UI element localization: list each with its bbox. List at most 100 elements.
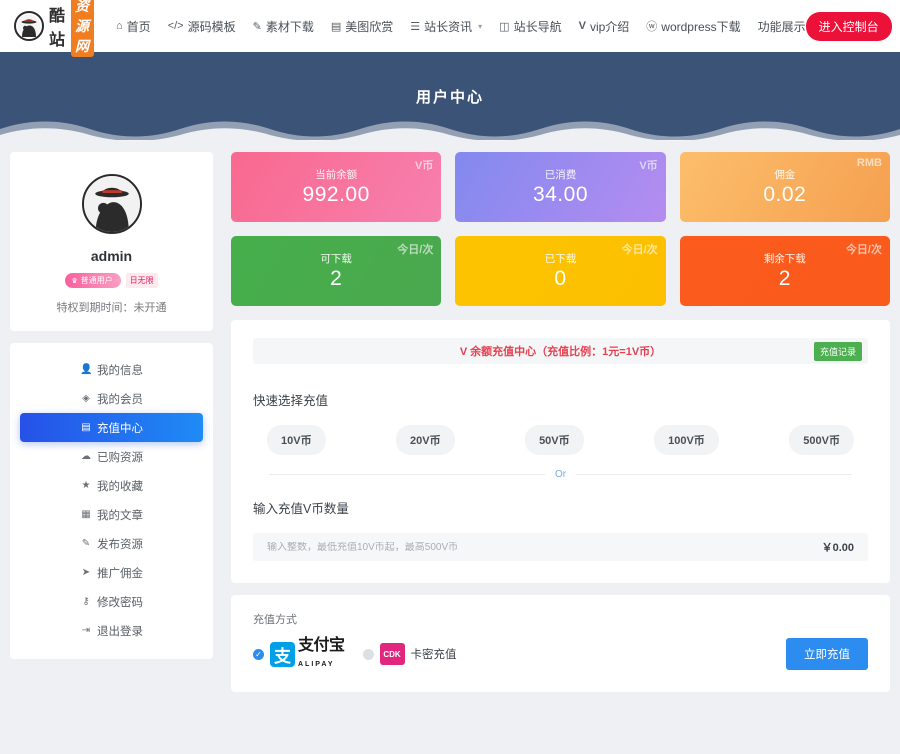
avatar[interactable] (81, 174, 142, 234)
wordpress-icon: ⓦ (646, 21, 658, 33)
page-title: 用户中心 (415, 88, 484, 106)
site-logo[interactable]: 酷站 资源网 (14, 0, 95, 57)
sidebar-item-my-articles[interactable]: ▦ 我的文章 (20, 500, 203, 529)
crown-icon: ♛ (71, 277, 78, 285)
stat-card-commission: RMB 佣金 0.02 (679, 152, 890, 222)
page-body: admin ♛ 普通用户 日无限 特权到期时间：未开通 👤 我的信息 ◈ 我的会… (0, 140, 900, 692)
radio-unselected-icon[interactable] (362, 648, 374, 660)
chevron-down-icon: ▾ (478, 21, 483, 31)
nav-item-wordpress-download[interactable]: ⓦ wordpress下载 (646, 18, 740, 35)
payment-option-card-key[interactable]: CDK 卡密充值 (362, 643, 457, 665)
nav-label: vip介绍 (589, 19, 630, 34)
nav-item-home[interactable]: ⌂ 首页 (116, 18, 151, 35)
or-label: Or (554, 469, 567, 480)
nav-item-webmaster-nav[interactable]: ◫ 站长导航 (499, 18, 561, 35)
nav-item-gallery[interactable]: ▤ 美图欣赏 (331, 18, 393, 35)
sidebar-item-my-membership[interactable]: ◈ 我的会员 (20, 384, 203, 413)
stat-label: 当前余额 (315, 169, 358, 181)
sidebar-item-label: 我的文章 (97, 509, 143, 522)
nav-item-feature-showcase[interactable]: 功能展示 (758, 18, 806, 35)
stat-card-downloadable: 今日/次 可下载 2 (231, 236, 442, 306)
sidebar-item-promotion-commission[interactable]: ➤ 推广佣金 (20, 558, 203, 587)
document-icon: ▦ (81, 509, 91, 520)
amount-input-label: 输入充值V币数量 (253, 502, 349, 516)
sidebar-item-label: 修改密码 (97, 596, 143, 609)
nav-label: 功能展示 (757, 19, 806, 34)
sidebar-item-label: 我的会员 (97, 393, 143, 406)
send-icon: ➤ (81, 567, 91, 578)
recharge-now-button[interactable]: 立即充值 (786, 638, 868, 670)
status-badge-daily: 日无限 (125, 273, 158, 288)
quick-select-label: 快速选择充值 (253, 394, 329, 408)
username: admin (90, 248, 133, 264)
image-icon: ▤ (330, 20, 342, 33)
stat-label: 已消费 (544, 169, 577, 181)
stat-unit: V币 (639, 160, 658, 172)
sidebar-item-publish-resource[interactable]: ✎ 发布资源 (20, 529, 203, 558)
sidebar-item-label: 退出登录 (97, 625, 143, 638)
top-navigation-bar: 酷站 资源网 ⌂ 首页 </> 源码模板 ✎ 素材下载 ▤ 美图欣赏 ☰ 站长资… (0, 0, 900, 57)
right-column: V币 当前余额 992.00 V币 已消费 34.00 RMB 佣金 0.02 … (231, 152, 890, 692)
sidebar-item-label: 充值中心 (97, 422, 143, 435)
sidebar-item-my-favorites[interactable]: ★ 我的收藏 (20, 471, 203, 500)
logo-text: 酷站 (49, 8, 67, 49)
nav-item-vip-intro[interactable]: V vip介绍 (579, 18, 630, 35)
console-button[interactable]: 进入控制台 (805, 11, 892, 41)
quick-amount-500[interactable]: 500V币 (789, 425, 854, 455)
hero-banner: 用户中心 (0, 52, 900, 141)
quick-amount-50[interactable]: 50V币 (525, 425, 584, 455)
stat-card-consumed: V币 已消费 34.00 (455, 152, 666, 222)
sidebar-item-change-password[interactable]: ⚷ 修改密码 (20, 587, 203, 616)
amount-total: ￥0.00 (821, 542, 854, 554)
cdk-label: CDK (383, 649, 401, 659)
nav-item-material-download[interactable]: ✎ 素材下载 (253, 18, 314, 35)
sidebar-item-logout[interactable]: ⇥ 退出登录 (20, 616, 203, 645)
quick-amount-10[interactable]: 10V币 (267, 425, 326, 455)
alipay-name: 支付宝 (298, 637, 345, 654)
diamond-icon: ◈ (82, 393, 90, 404)
logout-icon: ⇥ (81, 625, 91, 636)
cdk-icon: CDK (379, 643, 405, 665)
list-icon: ☰ (410, 20, 421, 33)
key-icon: ⚷ (82, 596, 90, 607)
stat-label: 可下载 (320, 253, 352, 265)
stat-value: 992.00 (302, 183, 370, 206)
left-column: admin ♛ 普通用户 日无限 特权到期时间：未开通 👤 我的信息 ◈ 我的会… (10, 152, 213, 692)
quick-amount-20[interactable]: 20V币 (396, 425, 455, 455)
recharge-record-button[interactable]: 充值记录 (813, 342, 862, 361)
card-icon: ▤ (81, 422, 91, 433)
or-divider: Or (269, 469, 852, 480)
nav-label: 美图欣赏 (345, 19, 394, 34)
user-badges: ♛ 普通用户 日无限 (20, 273, 203, 288)
sidebar-item-purchased-resources[interactable]: ☁ 已购资源 (20, 442, 203, 471)
stat-unit: 今日/次 (845, 244, 882, 256)
stat-label: 已下载 (544, 253, 577, 265)
nav-label: 站长资讯 (424, 19, 473, 34)
sidebar-item-recharge-center[interactable]: ▤ 充值中心 (20, 413, 203, 442)
quick-amount-100[interactable]: 100V币 (654, 425, 719, 455)
payment-method-row: ✓ 支 支付宝 ALIPAY CDK 卡密充值 立即充值 (253, 638, 868, 670)
profile-card: admin ♛ 普通用户 日无限 特权到期时间：未开通 (10, 152, 213, 331)
sidebar-item-my-info[interactable]: 👤 我的信息 (20, 355, 203, 384)
payment-option-alipay[interactable]: ✓ 支 支付宝 ALIPAY (253, 638, 345, 670)
stat-label: 佣金 (774, 169, 796, 181)
privilege-expiry-text: 特权到期时间：未开通 (56, 302, 167, 314)
v-icon: V (578, 20, 586, 32)
nav-item-webmaster-news[interactable]: ☰ 站长资讯 ▾ (410, 18, 482, 35)
sidebar-item-label: 推广佣金 (97, 567, 143, 580)
recharge-notice-bar: V 余额充值中心（充值比例：1元=1V币） 充值记录 (253, 338, 868, 364)
radio-selected-icon[interactable]: ✓ (253, 648, 264, 660)
pen-icon: ✎ (252, 20, 262, 33)
quick-amount-options: 10V币 20V币 50V币 100V币 500V币 (253, 425, 868, 455)
stat-card-downloaded: 今日/次 已下载 0 (455, 236, 666, 306)
stat-value: 34.00 (532, 183, 589, 206)
alipay-icon: 支 支付宝 ALIPAY (270, 638, 345, 670)
stat-value: 0.02 (763, 183, 807, 206)
nav-item-source-templates[interactable]: </> 源码模板 (168, 18, 236, 35)
sidebar-item-label: 已购资源 (97, 451, 143, 464)
card-key-name: 卡密充值 (410, 649, 457, 661)
recharge-amount-input[interactable] (267, 541, 822, 553)
stat-card-remaining-downloads: 今日/次 剩余下载 2 (679, 236, 890, 306)
nav-label: 站长导航 (513, 19, 562, 34)
code-icon: </> (167, 20, 184, 32)
